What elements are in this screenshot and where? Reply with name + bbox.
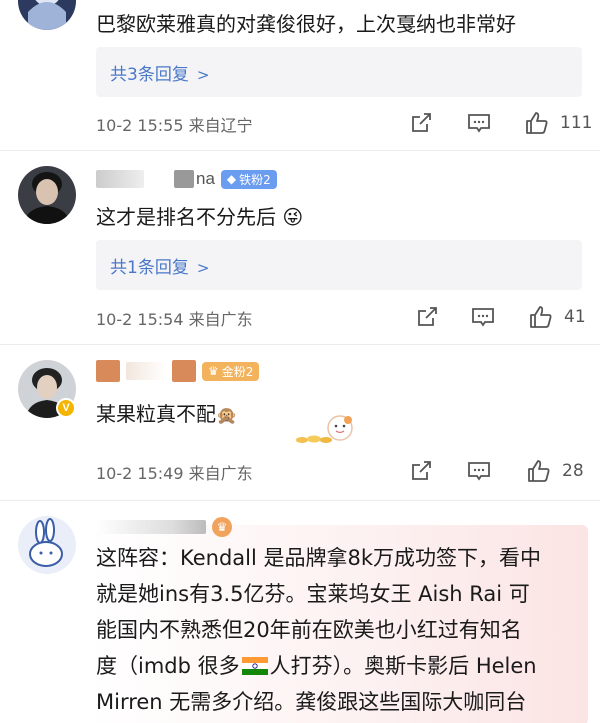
like-count: 41 <box>564 307 586 327</box>
chevron-right-icon: > <box>196 66 210 84</box>
fan-badge: ♛ 金粉2 <box>202 361 260 381</box>
timestamp-location: 10-2 15:55 来自辽宁 <box>96 116 253 135</box>
avatar[interactable] <box>18 516 76 574</box>
blurred-name <box>174 170 194 188</box>
blurred-name <box>96 520 206 534</box>
share-icon[interactable] <box>408 458 434 484</box>
comment-icon[interactable] <box>466 458 492 484</box>
comment-text: 这阵容：Kendall 是品牌拿8k万成功签下，看中 就是她ins有3.5亿芬。… <box>96 546 542 714</box>
verified-badge-icon: V <box>56 398 76 418</box>
username[interactable]: na ◆ 铁粉2 <box>96 168 277 190</box>
thumbs-up-icon[interactable] <box>528 304 554 330</box>
comment-text: 这才是排名不分先后 😜 <box>96 205 304 229</box>
meta-row: 10-2 15:55 来自辽宁 111 <box>96 110 592 136</box>
divider <box>0 150 600 151</box>
timestamp-location: 10-2 15:49 来自广东 <box>96 464 253 483</box>
share-icon[interactable] <box>408 110 434 136</box>
thumbs-up-icon[interactable] <box>524 110 550 136</box>
thumbs-up-icon[interactable] <box>526 458 552 484</box>
reply-link[interactable]: 共1条回复 > <box>110 253 209 278</box>
divider <box>0 344 600 345</box>
chevron-right-icon: > <box>196 259 210 277</box>
divider <box>0 500 600 501</box>
blurred-name <box>96 170 144 188</box>
india-flag-icon <box>241 650 268 675</box>
username[interactable]: ♛ <box>96 516 232 538</box>
wink-emoji-icon: 😜 <box>282 205 304 229</box>
fan-badge-icon: ♛ <box>212 517 232 537</box>
fan-badge: ◆ 铁粉2 <box>220 169 277 189</box>
reply-box[interactable]: 共3条回复 > <box>96 47 582 97</box>
reply-link[interactable]: 共3条回复 > <box>110 60 209 85</box>
reply-box[interactable]: 共1条回复 > <box>96 240 582 290</box>
comment-icon[interactable] <box>466 110 492 136</box>
meta-row: 10-2 15:49 来自广东 28 <box>96 458 586 484</box>
blurred-name <box>172 360 196 382</box>
crown-icon: ♛ <box>208 364 219 378</box>
timestamp-location: 10-2 15:54 来自广东 <box>96 310 253 329</box>
diamond-icon: ◆ <box>226 172 237 186</box>
like-count: 28 <box>562 461 584 481</box>
avatar[interactable] <box>18 166 76 224</box>
gold-coins-sticker <box>290 412 360 446</box>
username[interactable]: ♛ 金粉2 <box>96 360 260 382</box>
avatar[interactable] <box>18 0 76 30</box>
blurred-name <box>96 360 120 382</box>
share-icon[interactable] <box>414 304 440 330</box>
username-suffix: na <box>196 169 215 188</box>
monkey-emoji-icon: 🙊 <box>216 406 238 426</box>
meta-row: 10-2 15:54 来自广东 41 <box>96 304 586 330</box>
comment-text: 巴黎欧莱雅真的对龚俊很好，上次戛纳也非常好 <box>96 12 516 36</box>
like-count: 111 <box>560 113 593 133</box>
comment-text: 某果粒真不配🙊 <box>96 402 238 426</box>
comment-icon[interactable] <box>470 304 496 330</box>
blurred-name <box>126 362 166 380</box>
